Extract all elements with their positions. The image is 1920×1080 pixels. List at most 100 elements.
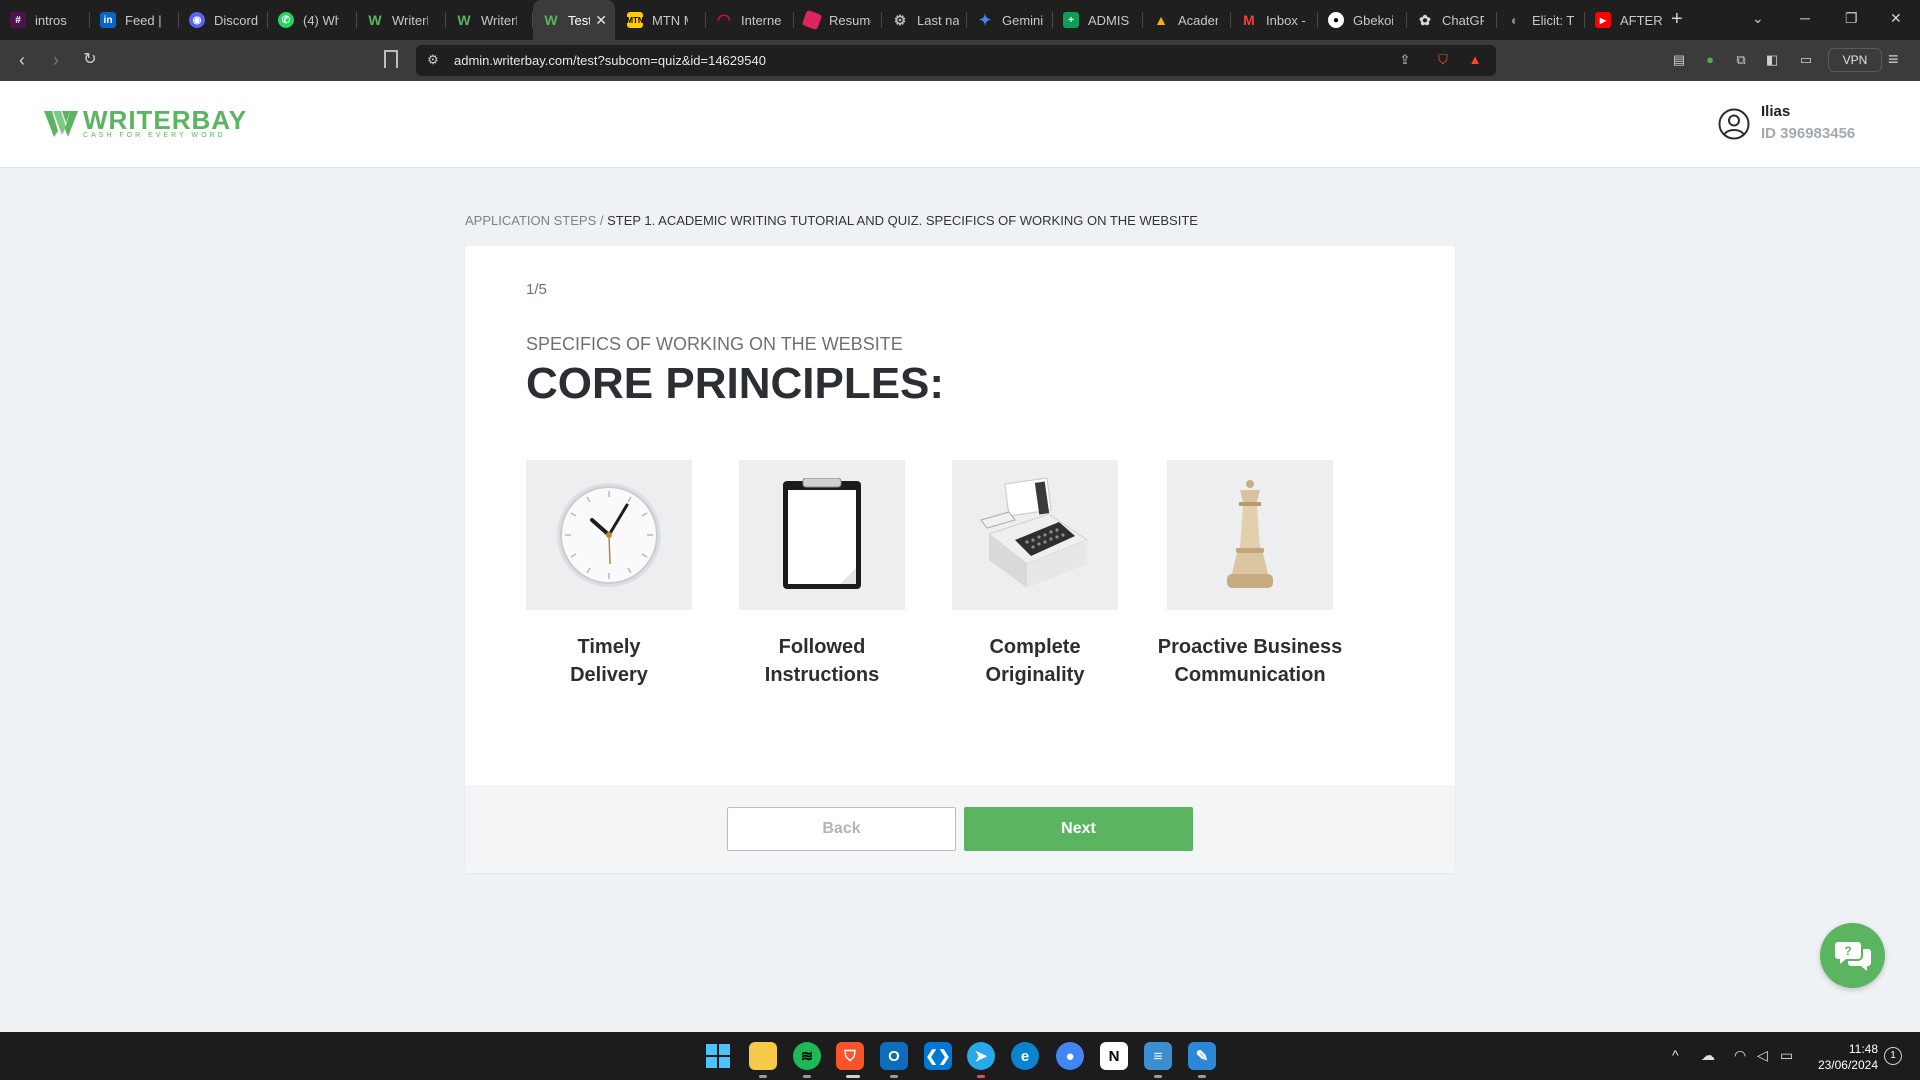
chatgpt-icon: ✿ <box>1419 11 1431 28</box>
back-button[interactable]: Back <box>727 807 956 851</box>
new-tab-plus-icon[interactable]: + <box>1671 8 1683 30</box>
tab-search-chevron-icon[interactable]: ⌄ <box>1752 10 1764 27</box>
vscode-icon[interactable]: ❮❯ <box>924 1042 952 1070</box>
breadcrumb-root[interactable]: APPLICATION STEPS / <box>465 213 603 228</box>
elicit-icon: ◐ <box>1510 12 1520 28</box>
notepad-icon[interactable]: ≡ <box>1144 1042 1172 1070</box>
user-id: ID 396983456 <box>1761 125 1856 142</box>
onedrive-icon[interactable]: ☁ <box>1701 1047 1715 1064</box>
volume-icon[interactable]: ◁ <box>1757 1047 1768 1064</box>
writerbay-logo[interactable]: WRITERBAY CASH FOR EVERY WORD <box>44 105 248 139</box>
breadcrumb-current: STEP 1. ACADEMIC WRITING TUTORIAL AND QU… <box>607 213 1198 228</box>
chess-queen-icon <box>1167 460 1333 610</box>
sidebar-icon[interactable]: ◧ <box>1763 51 1781 69</box>
tab-slack[interactable]: # intros (C <box>0 0 90 40</box>
tab-admissions[interactable]: + ADMISS <box>1053 0 1143 40</box>
extension-green-icon[interactable]: ● <box>1701 51 1719 69</box>
edge-icon[interactable]: e <box>1011 1042 1039 1070</box>
typewriter-icon <box>952 460 1118 610</box>
linkedin-icon: in <box>100 12 116 28</box>
tab-linkedin[interactable]: in Feed | Li <box>90 0 179 40</box>
spotify-icon[interactable]: ≋ <box>793 1042 821 1070</box>
tab-gmail[interactable]: M Inbox - <box>1231 0 1318 40</box>
back-arrow-icon[interactable]: ‹ <box>10 48 34 72</box>
lastname-icon: ⚙ <box>893 11 907 28</box>
clock-time: 11:48 <box>1848 1042 1878 1056</box>
youtube-icon: ▶ <box>1595 12 1611 28</box>
next-button[interactable]: Next <box>964 807 1193 851</box>
close-window-icon[interactable]: ✕ <box>1890 10 1902 27</box>
file-explorer-icon[interactable] <box>749 1042 777 1070</box>
reload-icon[interactable]: ↻ <box>78 48 102 72</box>
clock-icon <box>526 460 692 610</box>
resume-icon <box>801 9 823 31</box>
extensions-puzzle-icon[interactable]: ⧉ <box>1732 51 1750 69</box>
brave-shields-icon[interactable]: ⛉ <box>1434 51 1452 69</box>
battery-icon[interactable]: ▭ <box>1780 1047 1793 1064</box>
tab-github[interactable]: ● Gbekoil <box>1318 0 1407 40</box>
writerbay-icon: W <box>368 12 382 28</box>
brave-browser-icon[interactable]: ⛉ <box>836 1042 864 1070</box>
outlook-icon[interactable]: O <box>880 1042 908 1070</box>
browser-tab-strip: # intros (C in Feed | Li ◉ Discord ✆ (4)… <box>0 0 1920 40</box>
tab-gemini[interactable]: ✦ Gemini <box>967 0 1053 40</box>
browser-toolbar: ‹ › ↻ ⚙ admin.writerbay.com/test?subcom=… <box>0 40 1920 81</box>
principle-complete-originality: Complete Originality <box>952 460 1118 689</box>
minimize-icon[interactable]: ─ <box>1800 10 1810 26</box>
share-icon[interactable]: ⇪ <box>1396 51 1414 69</box>
drive-icon: ▲ <box>1154 12 1168 28</box>
notion-icon[interactable]: N <box>1100 1042 1128 1070</box>
quiz-navigation: Back Next <box>465 785 1455 873</box>
chrome-icon[interactable]: ● <box>1056 1042 1084 1070</box>
vpn-button[interactable]: VPN <box>1828 48 1882 72</box>
mtn-icon: MTN <box>626 12 644 28</box>
svg-text:?: ? <box>1844 944 1851 958</box>
section-title: CORE PRINCIPLES: <box>526 359 945 408</box>
close-tab-icon[interactable]: ✕ <box>595 12 607 29</box>
support-chat-button[interactable]: ? <box>1820 923 1885 988</box>
tab-writerbay-1[interactable]: W WriterB <box>357 0 446 40</box>
tab-chatgpt[interactable]: ✿ ChatGP <box>1407 0 1497 40</box>
tab-discord[interactable]: ◉ Discord <box>179 0 268 40</box>
principle-label: Timely Delivery <box>570 636 648 686</box>
tab-resume[interactable]: Resume <box>794 0 882 40</box>
wifi-icon[interactable]: ◠ <box>1734 1047 1746 1064</box>
user-menu[interactable]: Ilias ID 396983456 <box>1718 103 1855 142</box>
wallet-icon[interactable]: ▭ <box>1797 51 1815 69</box>
telegram-icon[interactable]: ➤ <box>967 1042 995 1070</box>
whatsapp-icon: ✆ <box>278 12 294 28</box>
tab-test-active[interactable]: W Test ✕ <box>533 0 615 40</box>
writerbay-logo-icon <box>44 111 78 137</box>
brave-rewards-icon[interactable]: ▲ <box>1466 51 1484 69</box>
paint-icon[interactable]: ✎ <box>1188 1042 1216 1070</box>
quiz-card: 1/5 SPECIFICS OF WORKING ON THE WEBSITE … <box>465 246 1455 873</box>
system-clock[interactable]: 11:48 23/06/2024 <box>1806 1041 1878 1073</box>
principle-label: Proactive Business Communication <box>1157 636 1343 686</box>
step-progress: 1/5 <box>526 281 547 298</box>
site-info-icon[interactable]: ⚙ <box>424 51 442 69</box>
browser-menu-icon[interactable]: ≡ <box>1888 49 1899 70</box>
clock-date: 23/06/2024 <box>1817 1058 1878 1072</box>
restore-icon[interactable]: ❐ <box>1845 10 1858 27</box>
tab-academic[interactable]: ▲ Acaden <box>1143 0 1231 40</box>
bookmark-icon[interactable] <box>384 50 398 68</box>
tab-internet[interactable]: ◠ Internet <box>706 0 794 40</box>
tab-youtube[interactable]: ▶ AFTER S <box>1585 0 1665 40</box>
tab-whatsapp[interactable]: ✆ (4) Wha <box>268 0 357 40</box>
tab-mtn[interactable]: MTN MTN M <box>617 0 706 40</box>
tab-writerbay-2[interactable]: W WriterB <box>446 0 533 40</box>
tab-last-name[interactable]: ⚙ Last nar <box>882 0 967 40</box>
address-bar[interactable]: ⚙ admin.writerbay.com/test?subcom=quiz&i… <box>416 45 1496 76</box>
principle-followed-instructions: Followed Instructions <box>739 460 905 689</box>
tab-elicit[interactable]: ◐ Elicit: Th <box>1497 0 1585 40</box>
principle-label: Complete Originality <box>985 636 1085 686</box>
site-header: WRITERBAY CASH FOR EVERY WORD Ilias ID 3… <box>0 81 1920 168</box>
tray-overflow-chevron-icon[interactable]: ^ <box>1672 1047 1679 1063</box>
brand-name: WRITERBAY <box>83 105 248 135</box>
url-text[interactable]: admin.writerbay.com/test?subcom=quiz&id=… <box>454 53 766 68</box>
forward-arrow-icon[interactable]: › <box>44 48 68 72</box>
notification-badge[interactable]: 1 <box>1884 1047 1902 1065</box>
windows-start-icon[interactable] <box>704 1042 732 1070</box>
gemini-icon: ✦ <box>978 12 992 29</box>
reader-mode-icon[interactable]: ▤ <box>1670 51 1688 69</box>
